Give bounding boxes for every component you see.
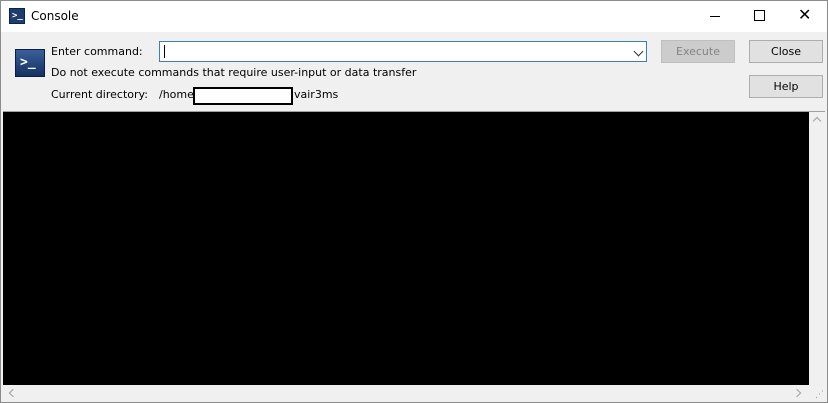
enter-command-label: Enter command: [51,45,143,58]
close-icon: ✕ [798,5,812,24]
vertical-scrollbar[interactable] [809,112,826,385]
horizontal-scrollbar[interactable] [3,385,809,402]
current-directory-label: Current directory: [51,88,148,101]
execute-button[interactable]: Execute [661,40,735,63]
console-prompt-icon: >_ [15,49,45,77]
close-window-button[interactable]: ✕ [781,1,827,32]
current-directory-prefix: /home/ [159,88,198,101]
console-output[interactable]: ⋰ [3,111,826,402]
chevron-down-icon[interactable] [633,46,644,57]
redaction-box [193,87,293,105]
console-window: >_ Console ✕ >_ Enter command: Do not ex… [0,0,828,403]
scroll-up-icon[interactable] [812,116,822,126]
command-input[interactable] [159,41,647,62]
close-button[interactable]: Close [749,40,823,63]
minimize-button[interactable] [691,1,737,32]
console-prompt-icon: >_ [9,8,25,24]
title-bar: >_ Console ✕ [1,1,827,32]
window-title: Console [31,9,79,23]
scroll-left-icon[interactable] [8,388,18,398]
maximize-button[interactable] [736,1,782,32]
scroll-right-icon[interactable] [792,388,802,398]
warning-text: Do not execute commands that require use… [51,66,417,79]
resize-grip[interactable]: ⋰ [809,385,826,402]
maximize-icon [754,10,765,21]
minimize-icon [710,16,720,17]
text-caret [164,45,165,58]
help-button[interactable]: Help [749,75,823,98]
current-directory-suffix: vair3ms [294,88,339,101]
